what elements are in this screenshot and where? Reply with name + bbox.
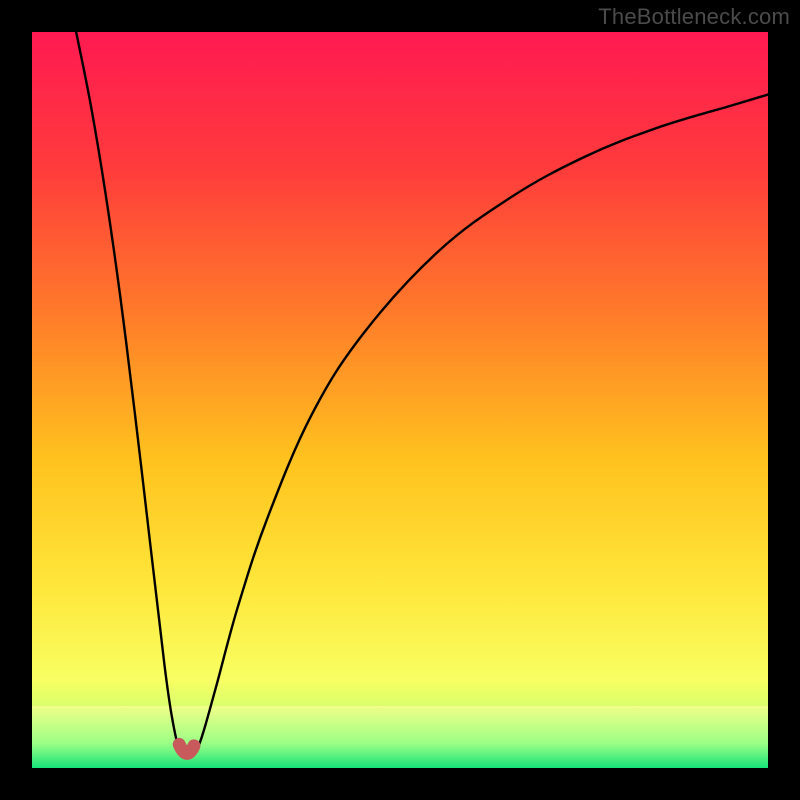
curve-layer (32, 32, 768, 768)
bottleneck-curve (76, 32, 768, 757)
outer-frame: TheBottleneck.com (0, 0, 800, 800)
optimum-marker (179, 744, 194, 753)
watermark-text: TheBottleneck.com (598, 4, 790, 30)
plot-area (32, 32, 768, 768)
